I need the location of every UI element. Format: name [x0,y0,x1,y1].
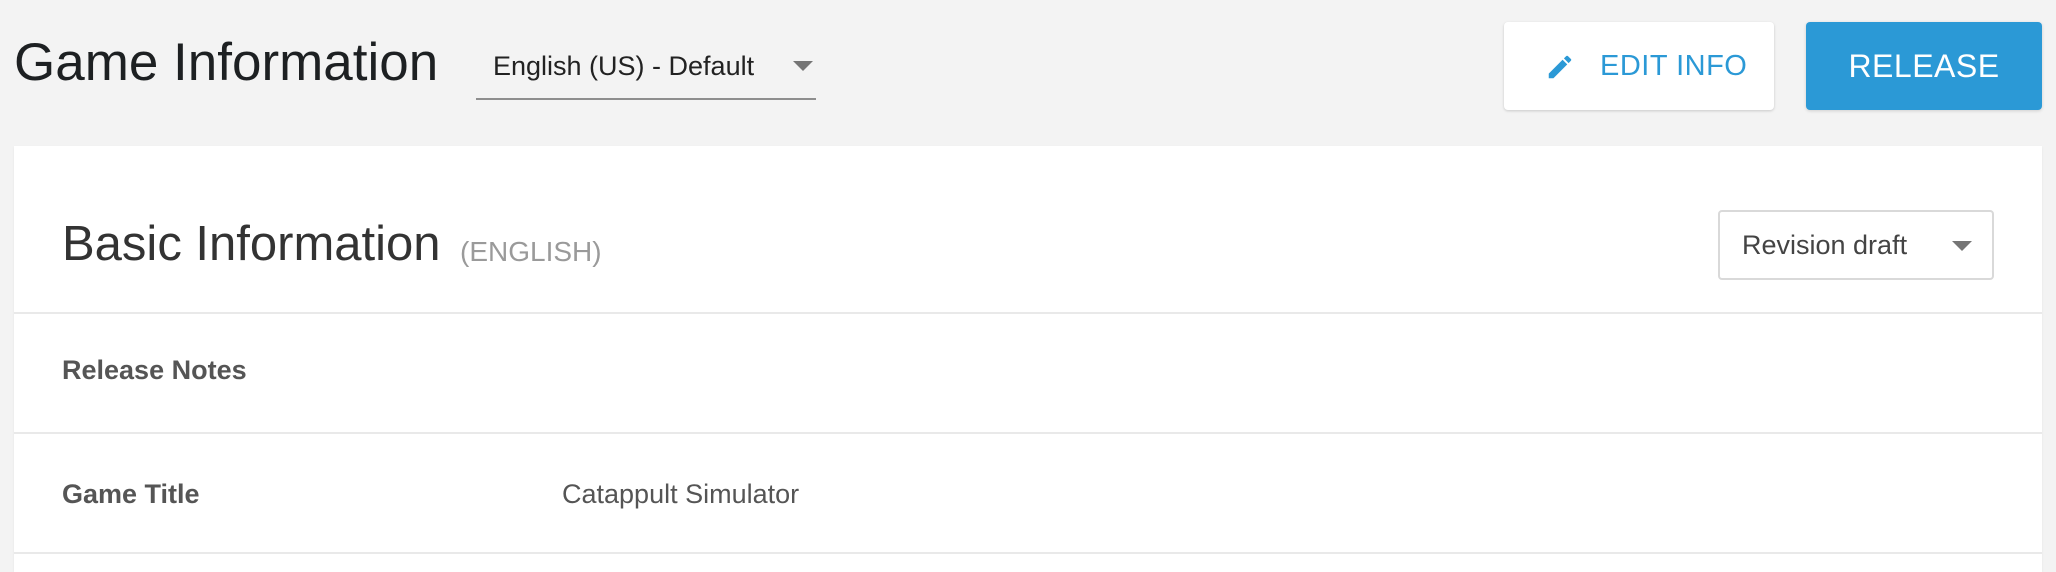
release-button[interactable]: RELEASE [1806,22,2042,110]
info-row-game-title: Game Title Catappult Simulator [14,434,2042,554]
page-title: Game Information [14,33,439,92]
revision-select-value: Revision draft [1742,230,1908,260]
language-select[interactable]: English (US) - Default [476,36,816,100]
card-header: Basic Information (ENGLISH) Revision dra… [14,146,2042,314]
row-label: Release Notes [62,355,247,385]
revision-select[interactable]: Revision draft [1718,210,1994,280]
chevron-down-icon [793,61,813,71]
row-value: Catappult Simulator [562,479,800,509]
info-row-release-notes: Release Notes [14,314,2042,434]
edit-info-button[interactable]: EDIT INFO [1504,22,1774,110]
section-language-tag: (ENGLISH) [460,236,602,267]
top-bar: Game Information English (US) - Default … [0,0,2056,145]
release-label: RELEASE [1848,48,2000,84]
section-title: Basic Information [62,217,441,271]
basic-information-card: Basic Information (ENGLISH) Revision dra… [14,146,2042,572]
edit-info-label: EDIT INFO [1600,50,1748,82]
chevron-down-icon [1952,241,1972,251]
pencil-icon [1545,52,1575,82]
row-label: Game Title [62,479,200,509]
language-select-value: English (US) - Default [493,51,755,81]
